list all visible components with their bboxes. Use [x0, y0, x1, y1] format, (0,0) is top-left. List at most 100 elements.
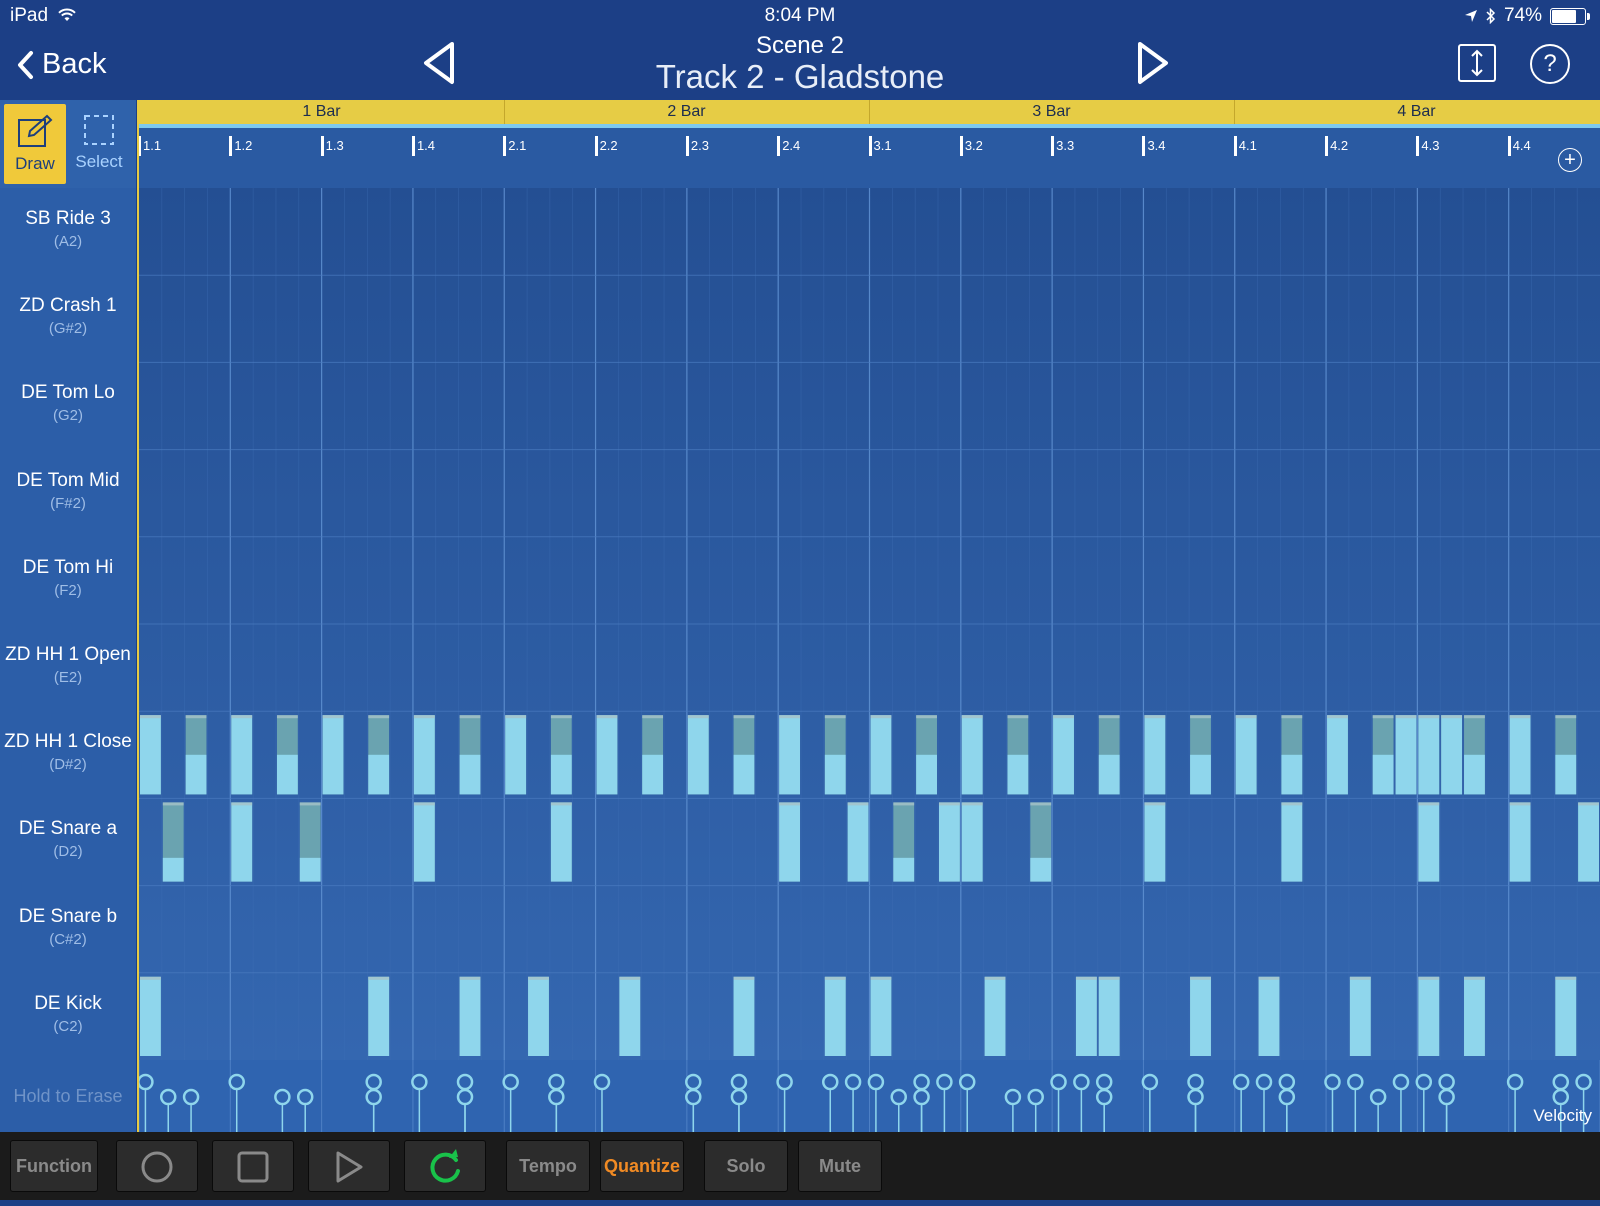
- velocity-handle[interactable]: [1027, 1088, 1044, 1132]
- velocity-handle[interactable]: [685, 1088, 702, 1132]
- velocity-handle[interactable]: [1415, 1073, 1433, 1132]
- help-button[interactable]: ?: [1530, 44, 1570, 84]
- hh-close-note[interactable]: [1441, 715, 1463, 795]
- snare-a-note[interactable]: [1578, 802, 1599, 882]
- kick-note[interactable]: [459, 976, 481, 1056]
- play-button[interactable]: [308, 1140, 390, 1192]
- hh-close-note[interactable]: [1418, 715, 1440, 795]
- draw-tool-button[interactable]: Draw: [4, 104, 66, 184]
- lane-label[interactable]: SB Ride 3 (A2): [0, 208, 136, 250]
- velocity-handle[interactable]: [913, 1088, 930, 1132]
- velocity-handle[interactable]: [890, 1088, 907, 1132]
- kick-note[interactable]: [824, 976, 846, 1056]
- lane-label[interactable]: DE Tom Mid (F#2): [0, 470, 136, 512]
- note-grid[interactable]: [139, 188, 1600, 1060]
- hh-close-note[interactable]: [140, 715, 161, 795]
- function-button[interactable]: Function: [10, 1140, 98, 1192]
- velocity-handle[interactable]: [502, 1073, 519, 1132]
- velocity-handle[interactable]: [822, 1073, 839, 1132]
- select-tool-button[interactable]: Select: [68, 104, 130, 184]
- velocity-handle[interactable]: [548, 1088, 565, 1132]
- hh-close-note[interactable]: [1235, 715, 1257, 795]
- velocity-handle[interactable]: [1369, 1088, 1387, 1132]
- kick-note[interactable]: [1075, 976, 1097, 1056]
- velocity-handle[interactable]: [1506, 1073, 1524, 1132]
- bar-header[interactable]: 1 Bar 2 Bar 3 Bar 4 Bar: [139, 100, 1600, 124]
- velocity-handle[interactable]: [730, 1088, 748, 1132]
- velocity-handle[interactable]: [1141, 1073, 1159, 1132]
- record-button[interactable]: [116, 1140, 198, 1192]
- velocity-handle[interactable]: [1095, 1088, 1113, 1132]
- next-track-button[interactable]: [1136, 40, 1170, 91]
- velocity-handle[interactable]: [844, 1073, 862, 1132]
- hh-close-note[interactable]: [1053, 715, 1074, 795]
- hh-close-note[interactable]: [642, 715, 664, 795]
- hh-close-note[interactable]: [733, 715, 755, 795]
- velocity-handle[interactable]: [1050, 1073, 1067, 1132]
- hh-close-note[interactable]: [550, 715, 572, 795]
- kick-note[interactable]: [733, 976, 755, 1056]
- solo-button[interactable]: Solo: [704, 1140, 788, 1192]
- velocity-handle[interactable]: [1438, 1088, 1455, 1132]
- kick-note[interactable]: [984, 976, 1006, 1056]
- hh-close-note[interactable]: [1098, 715, 1120, 795]
- kick-note[interactable]: [1190, 976, 1211, 1056]
- velocity-handle[interactable]: [593, 1073, 611, 1132]
- lane-label[interactable]: DE Snare a (D2): [0, 818, 136, 860]
- lane-label[interactable]: ZD HH 1 Open (E2): [0, 644, 136, 686]
- velocity-handle[interactable]: [1255, 1073, 1273, 1132]
- hh-close-note[interactable]: [1190, 715, 1211, 795]
- velocity-handle[interactable]: [1187, 1088, 1204, 1132]
- velocity-canvas[interactable]: [139, 1060, 1600, 1132]
- kick-note[interactable]: [1098, 976, 1120, 1056]
- hh-close-note[interactable]: [1395, 715, 1417, 795]
- velocity-handle[interactable]: [228, 1073, 245, 1132]
- hh-close-note[interactable]: [596, 715, 618, 795]
- kick-note[interactable]: [1464, 976, 1485, 1056]
- quantize-button[interactable]: Quantize: [600, 1140, 684, 1192]
- hh-close-note[interactable]: [687, 715, 709, 795]
- velocity-handle[interactable]: [1004, 1088, 1022, 1132]
- hh-close-note[interactable]: [231, 715, 253, 795]
- hh-close-note[interactable]: [961, 715, 983, 795]
- hh-close-note[interactable]: [1555, 715, 1577, 795]
- velocity-handle[interactable]: [1347, 1073, 1364, 1132]
- kick-note[interactable]: [870, 976, 892, 1056]
- hh-close-note[interactable]: [1464, 715, 1485, 795]
- snare-a-note[interactable]: [1030, 802, 1052, 882]
- lane-label[interactable]: ZD Crash 1 (G#2): [0, 295, 136, 337]
- hh-close-note[interactable]: [1327, 715, 1348, 795]
- velocity-handle[interactable]: [1392, 1073, 1410, 1132]
- snare-a-note[interactable]: [231, 802, 253, 882]
- velocity-handle[interactable]: [456, 1088, 474, 1132]
- velocity-handle[interactable]: [1324, 1073, 1341, 1132]
- velocity-handle[interactable]: [958, 1073, 976, 1132]
- snare-a-note[interactable]: [847, 802, 869, 882]
- stop-button[interactable]: [212, 1140, 294, 1192]
- mute-button[interactable]: Mute: [798, 1140, 882, 1192]
- kick-note[interactable]: [528, 976, 549, 1056]
- kick-note[interactable]: [619, 976, 641, 1056]
- hh-close-note[interactable]: [870, 715, 892, 795]
- velocity-handle[interactable]: [365, 1088, 382, 1132]
- lane-label[interactable]: DE Snare b (C#2): [0, 906, 136, 948]
- snare-a-note[interactable]: [413, 802, 435, 882]
- velocity-handle[interactable]: [1232, 1073, 1250, 1132]
- velocity-handle[interactable]: [139, 1073, 154, 1132]
- velocity-handle[interactable]: [867, 1073, 885, 1132]
- hh-close-note[interactable]: [779, 715, 801, 795]
- kick-note[interactable]: [1258, 976, 1280, 1056]
- velocity-handle[interactable]: [1073, 1073, 1090, 1132]
- kick-note[interactable]: [1555, 976, 1577, 1056]
- velocity-handle[interactable]: [274, 1088, 291, 1132]
- snare-a-note[interactable]: [779, 802, 801, 882]
- tempo-button[interactable]: Tempo: [506, 1140, 590, 1192]
- beat-ruler[interactable]: 1.1 1.2 1.3 1.4 2.1 2.2 2.3 2.4 3.1 3.2 3.3 3.4 4.1 4…: [138, 124, 1600, 188]
- hh-close-note[interactable]: [1007, 715, 1029, 795]
- hh-close-note[interactable]: [1372, 715, 1394, 795]
- snare-a-note[interactable]: [1418, 802, 1440, 882]
- hh-close-note[interactable]: [916, 715, 937, 795]
- hh-close-note[interactable]: [1144, 715, 1166, 795]
- velocity-handle[interactable]: [776, 1073, 793, 1132]
- velocity-handle[interactable]: [411, 1073, 428, 1132]
